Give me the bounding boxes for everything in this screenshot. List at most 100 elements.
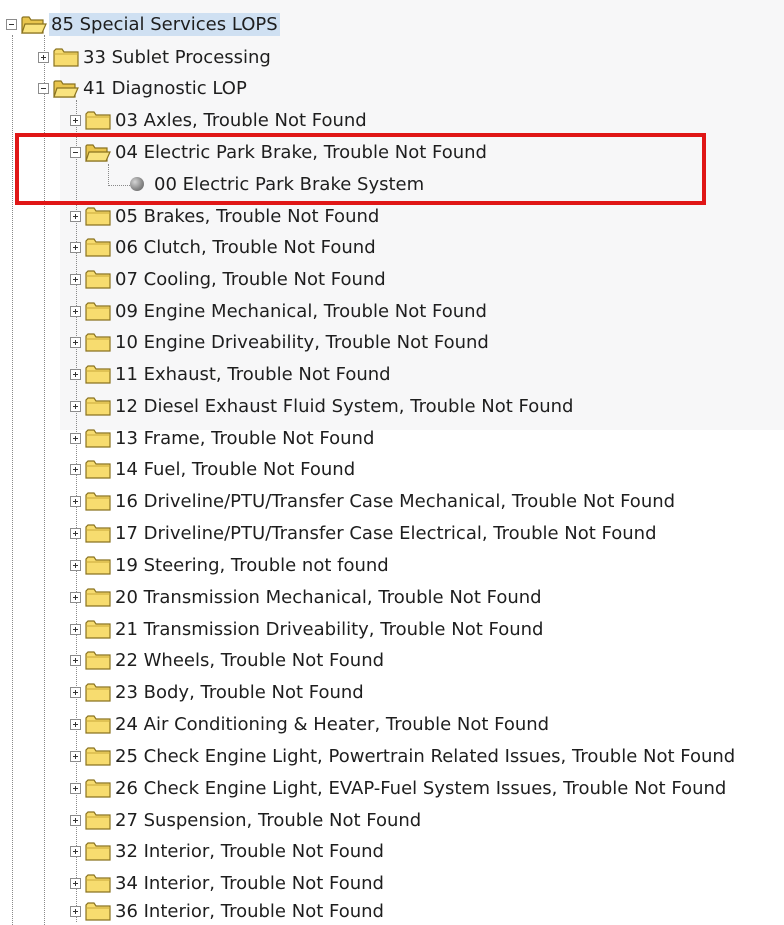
tree-node[interactable]: 27 Suspension, Trouble Not Found [70,806,423,834]
expand-toggle-icon[interactable] [70,877,81,889]
folder-icon [85,363,111,385]
expand-toggle-icon[interactable] [70,336,81,348]
node-label: 27 Suspension, Trouble Not Found [115,809,422,831]
expand-toggle-icon[interactable] [70,114,81,126]
expand-toggle-icon[interactable] [70,718,81,730]
tree-node-03-axles[interactable]: 03 Axles, Trouble Not Found [70,106,369,134]
folder-icon [85,713,111,735]
node-label: 22 Wheels, Trouble Not Found [115,649,385,671]
tree-node-33-sublet[interactable]: 33 Sublet Processing [38,43,273,71]
node-label: 09 Engine Mechanical, Trouble Not Found [115,300,487,322]
folder-icon [85,331,111,353]
expand-toggle-icon[interactable] [70,241,81,253]
tree-node[interactable]: 24 Air Conditioning & Heater, Trouble No… [70,710,551,738]
expand-toggle-icon[interactable] [70,845,81,857]
tree-node[interactable]: 12 Diesel Exhaust Fluid System, Trouble … [70,392,575,420]
expand-toggle-icon[interactable] [70,400,81,412]
node-label: 21 Transmission Driveability, Trouble No… [115,618,544,640]
tree-node[interactable]: 17 Driveline/PTU/Transfer Case Electrica… [70,519,659,547]
expand-toggle-icon[interactable] [70,686,81,698]
expand-toggle-icon[interactable] [70,623,81,635]
tree-node[interactable]: 07 Cooling, Trouble Not Found [70,265,388,293]
collapse-toggle-icon[interactable] [38,82,49,94]
tree-node-41-diagnostic[interactable]: 41 Diagnostic LOP [38,74,249,102]
node-label: 25 Check Engine Light, Powertrain Relate… [115,745,736,767]
node-label: 32 Interior, Trouble Not Found [115,840,384,862]
tree-node[interactable]: 06 Clutch, Trouble Not Found [70,233,378,261]
folder-icon [85,300,111,322]
tree-node[interactable]: 14 Fuel, Trouble Not Found [70,455,357,483]
folder-icon [85,618,111,640]
expand-toggle-icon[interactable] [70,463,81,475]
expand-toggle-icon[interactable] [70,591,81,603]
expand-toggle-icon[interactable] [70,814,81,826]
expand-toggle-icon[interactable] [70,368,81,380]
folder-icon [85,649,111,671]
node-label: 33 Sublet Processing [83,46,271,68]
tree-node[interactable]: 32 Interior, Trouble Not Found [70,837,386,865]
expand-toggle-icon[interactable] [70,527,81,539]
node-label: 14 Fuel, Trouble Not Found [115,458,356,480]
highlight-annotation-box [15,133,706,205]
node-label: 36 Interior, Trouble Not Found [115,900,384,922]
tree-node[interactable]: 10 Engine Driveability, Trouble Not Foun… [70,328,491,356]
collapse-toggle-icon[interactable] [6,18,17,30]
tree-node[interactable]: 20 Transmission Mechanical, Trouble Not … [70,583,544,611]
node-label: 05 Brakes, Trouble Not Found [115,205,380,227]
folder-icon [85,490,111,512]
folder-icon [85,236,111,258]
expand-toggle-icon[interactable] [70,782,81,794]
node-label: 13 Frame, Trouble Not Found [115,427,375,449]
folder-icon [53,46,79,68]
folder-open-icon [53,77,79,99]
tree-node[interactable]: 21 Transmission Driveability, Trouble No… [70,615,545,643]
expand-toggle-icon[interactable] [70,273,81,285]
tree-node[interactable]: 16 Driveline/PTU/Transfer Case Mechanica… [70,487,677,515]
node-label: 19 Steering, Trouble not found [115,554,389,576]
tree-node[interactable]: 23 Body, Trouble Not Found [70,678,366,706]
node-label: 85 Special Services LOPS [49,12,280,36]
tree-node[interactable]: 36 Interior, Trouble Not Found [70,897,386,925]
expand-toggle-icon[interactable] [70,210,81,222]
expand-toggle-icon[interactable] [70,750,81,762]
expand-toggle-icon[interactable] [70,495,81,507]
expand-toggle-icon[interactable] [70,305,81,317]
expand-toggle-icon[interactable] [70,905,81,917]
tree-node[interactable]: 13 Frame, Trouble Not Found [70,424,376,452]
folder-icon [85,745,111,767]
tree-node[interactable]: 26 Check Engine Light, EVAP-Fuel System … [70,774,728,802]
folder-icon [85,458,111,480]
node-label: 16 Driveline/PTU/Transfer Case Mechanica… [115,490,676,512]
tree-node[interactable]: 05 Brakes, Trouble Not Found [70,202,381,230]
node-label: 06 Clutch, Trouble Not Found [115,236,376,258]
tree-node[interactable]: 25 Check Engine Light, Powertrain Relate… [70,742,737,770]
tree-node-85-special-services[interactable]: 85 Special Services LOPS [6,10,280,38]
folder-icon [85,268,111,290]
node-label: 17 Driveline/PTU/Transfer Case Electrica… [115,522,657,544]
folder-icon [85,777,111,799]
folder-icon [85,395,111,417]
tree-node[interactable]: 22 Wheels, Trouble Not Found [70,646,386,674]
folder-icon [85,872,111,894]
folder-open-icon [21,13,47,35]
folder-icon [85,586,111,608]
node-label: 24 Air Conditioning & Heater, Trouble No… [115,713,550,735]
folder-icon [85,900,111,922]
tree-node[interactable]: 19 Steering, Trouble not found [70,551,391,579]
expand-toggle-icon[interactable] [70,559,81,571]
node-label: 20 Transmission Mechanical, Trouble Not … [115,586,542,608]
folder-icon [85,109,111,131]
node-label: 03 Axles, Trouble Not Found [115,109,367,131]
folder-icon [85,809,111,831]
tree-node[interactable]: 11 Exhaust, Trouble Not Found [70,360,393,388]
folder-icon [85,205,111,227]
node-label: 12 Diesel Exhaust Fluid System, Trouble … [115,395,574,417]
tree-node[interactable]: 34 Interior, Trouble Not Found [70,869,386,897]
tree-node[interactable]: 09 Engine Mechanical, Trouble Not Found [70,297,489,325]
expand-toggle-icon[interactable] [38,51,49,63]
folder-icon [85,554,111,576]
expand-toggle-icon[interactable] [70,432,81,444]
node-label: 11 Exhaust, Trouble Not Found [115,363,391,385]
folder-icon [85,427,111,449]
expand-toggle-icon[interactable] [70,654,81,666]
